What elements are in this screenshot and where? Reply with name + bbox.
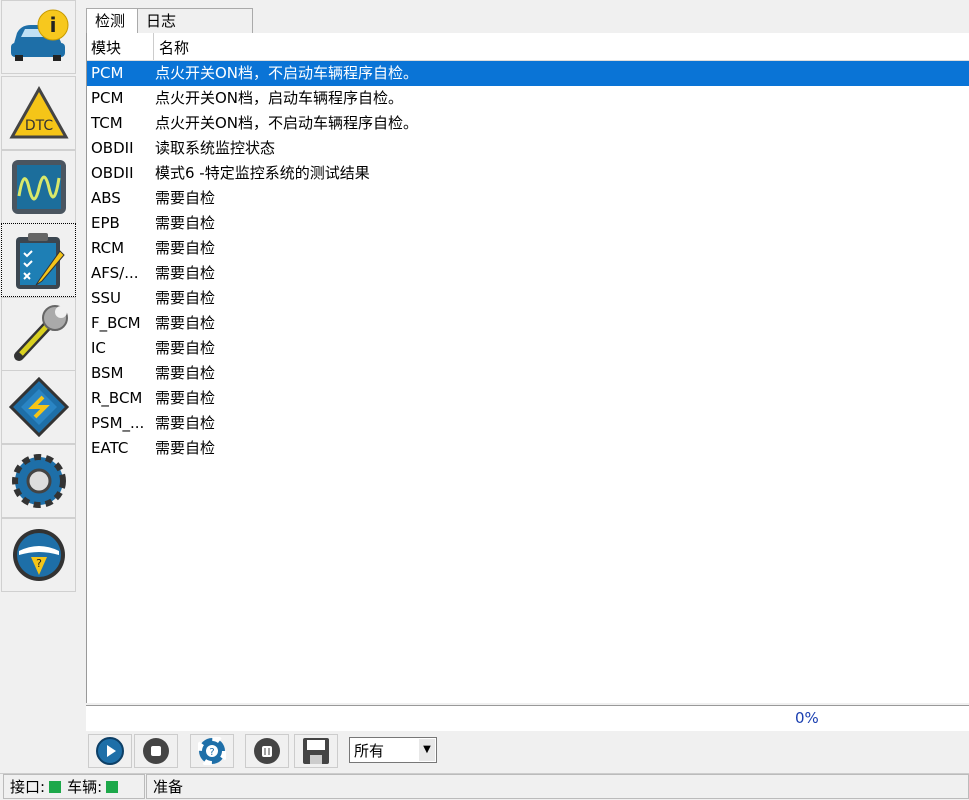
vehicle-indicator xyxy=(106,781,119,793)
name-cell: 需要自检 xyxy=(155,314,216,332)
module-cell: BSM xyxy=(91,364,124,382)
sidebar-self-test[interactable] xyxy=(1,223,76,297)
list-header: 模块 名称 xyxy=(87,33,969,61)
oscilloscope-icon xyxy=(11,160,66,214)
dtc-warning-icon: DTC xyxy=(8,85,69,139)
status-bar: 接口: 车辆: 准备 xyxy=(0,773,969,800)
name-cell: 需要自检 xyxy=(155,364,216,382)
table-row[interactable]: SSU 需要自检 xyxy=(87,286,969,311)
chevron-down-icon: ▼ xyxy=(419,739,435,761)
filter-value: 所有 xyxy=(354,742,385,760)
sidebar-oscilloscope[interactable] xyxy=(1,150,76,224)
module-cell: OBDII xyxy=(91,164,134,182)
module-cell: AFS/... xyxy=(91,264,139,282)
sidebar-dtc[interactable]: DTC xyxy=(1,76,76,150)
svg-text:DTC: DTC xyxy=(24,118,53,134)
table-row[interactable]: OBDII 读取系统监控状态 xyxy=(87,136,969,161)
stop-button[interactable] xyxy=(134,734,178,768)
status-message: 准备 xyxy=(146,774,969,799)
svg-text:i: i xyxy=(49,13,56,37)
module-cell: PCM xyxy=(91,64,124,82)
module-cell: OBDII xyxy=(91,139,134,157)
module-cell: EATC xyxy=(91,439,129,457)
sidebar-programming[interactable] xyxy=(1,370,76,444)
table-row[interactable]: TCM 点火开关ON档，不启动车辆程序自检。 xyxy=(87,111,969,136)
table-row[interactable]: IC 需要自检 xyxy=(87,336,969,361)
port-indicator xyxy=(49,781,62,793)
name-cell: 点火开关ON档，不启动车辆程序自检。 xyxy=(155,114,419,132)
table-row[interactable]: BSM 需要自检 xyxy=(87,361,969,386)
module-cell: EPB xyxy=(91,214,120,232)
name-cell: 模式6 -特定监控系统的测试结果 xyxy=(155,164,370,182)
table-row[interactable]: RCM 需要自检 xyxy=(87,236,969,261)
progress-bar: 0% xyxy=(86,705,969,731)
table-row[interactable]: R_BCM 需要自检 xyxy=(87,386,969,411)
sidebar-service[interactable] xyxy=(1,297,76,371)
tab-log[interactable]: 日志 xyxy=(137,8,253,33)
svg-text:?: ? xyxy=(209,747,214,758)
name-cell: 需要自检 xyxy=(155,189,216,207)
lifebuoy-icon: ? xyxy=(198,737,226,765)
module-cell: RCM xyxy=(91,239,125,257)
trash-icon xyxy=(254,738,280,764)
table-row[interactable]: ABS 需要自检 xyxy=(87,186,969,211)
module-cell: IC xyxy=(91,339,106,357)
progress-text: 0% xyxy=(795,709,819,727)
wrench-icon xyxy=(13,305,68,361)
steering-help-icon: ? xyxy=(12,529,65,581)
table-row[interactable]: PCM 点火开关ON档，不启动车辆程序自检。 xyxy=(87,61,969,86)
name-cell: 需要自检 xyxy=(155,339,216,357)
module-cell: ABS xyxy=(91,189,121,207)
floppy-save-icon xyxy=(303,738,329,764)
name-cell: 需要自检 xyxy=(155,439,216,457)
name-cell: 需要自检 xyxy=(155,214,216,232)
table-row[interactable]: OBDII 模式6 -特定监控系统的测试结果 xyxy=(87,161,969,186)
name-cell: 需要自检 xyxy=(155,264,216,282)
gear-icon xyxy=(11,454,66,508)
table-row[interactable]: PCM 点火开关ON档，启动车辆程序自检。 xyxy=(87,86,969,111)
filter-dropdown[interactable]: 所有 ▼ xyxy=(349,737,437,763)
svg-text:?: ? xyxy=(36,557,42,570)
chip-icon xyxy=(8,377,69,437)
module-cell: PCM xyxy=(91,89,124,107)
column-name[interactable]: 名称 xyxy=(159,37,189,58)
module-cell: SSU xyxy=(91,289,122,307)
name-cell: 读取系统监控状态 xyxy=(155,139,276,157)
module-cell: F_BCM xyxy=(91,314,141,332)
table-row[interactable]: F_BCM 需要自检 xyxy=(87,311,969,336)
port-label: 接口: xyxy=(10,778,46,796)
sidebar-help[interactable]: ? xyxy=(1,518,76,592)
vehicle-info-icon: i xyxy=(10,9,68,61)
sidebar-vehicle-info[interactable]: i xyxy=(1,0,76,74)
vehicle-label: 车辆: xyxy=(67,778,103,796)
column-module[interactable]: 模块 xyxy=(91,37,121,58)
start-button[interactable] xyxy=(88,734,132,768)
table-row[interactable]: PSM_... 需要自检 xyxy=(87,411,969,436)
test-list: 模块 名称 PCM 点火开关ON档，不启动车辆程序自检。 PCM 点火开关ON档，启动… xyxy=(86,33,969,703)
name-cell: 需要自检 xyxy=(155,389,216,407)
name-cell: 点火开关ON档，不启动车辆程序自检。 xyxy=(155,64,419,82)
sidebar-settings[interactable] xyxy=(1,444,76,518)
module-cell: R_BCM xyxy=(91,389,143,407)
name-cell: 需要自检 xyxy=(155,414,216,432)
save-button[interactable] xyxy=(294,734,338,768)
name-cell: 需要自检 xyxy=(155,289,216,307)
table-row[interactable]: AFS/... 需要自检 xyxy=(87,261,969,286)
stop-icon xyxy=(143,738,169,764)
help-button[interactable]: ? xyxy=(190,734,234,768)
checklist-icon xyxy=(15,233,65,289)
name-cell: 点火开关ON档，启动车辆程序自检。 xyxy=(155,89,404,107)
connection-status: 接口: 车辆: xyxy=(3,774,145,799)
module-cell: PSM_... xyxy=(91,414,145,432)
table-row[interactable]: EPB 需要自检 xyxy=(87,211,969,236)
name-cell: 需要自检 xyxy=(155,239,216,257)
table-row[interactable]: EATC 需要自检 xyxy=(87,436,969,461)
module-cell: TCM xyxy=(91,114,123,132)
delete-button[interactable] xyxy=(245,734,289,768)
tab-test[interactable]: 检测 xyxy=(86,8,138,33)
column-divider[interactable] xyxy=(153,33,154,60)
play-icon xyxy=(96,737,124,765)
